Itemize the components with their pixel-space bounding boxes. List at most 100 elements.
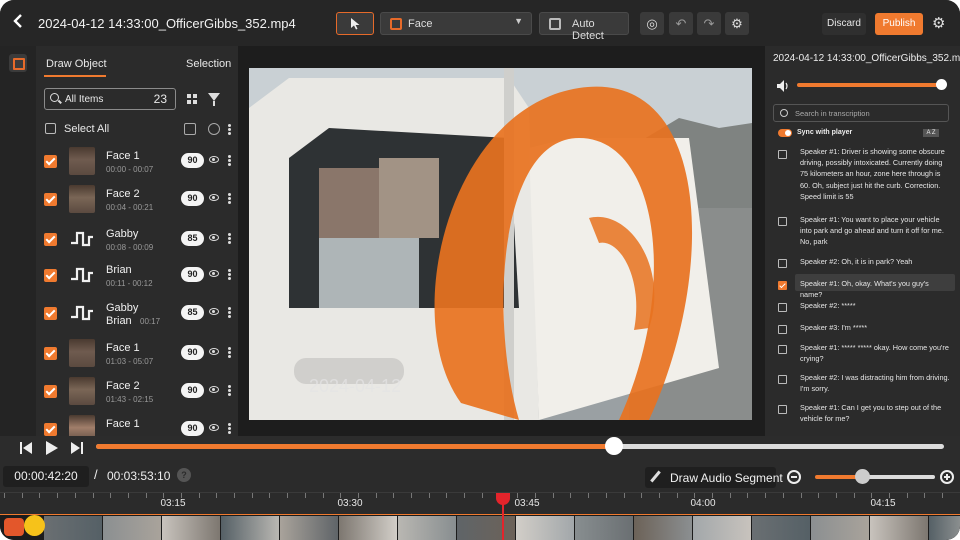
app-window: 2024-04-12 14:33:00_OfficerGibbs_352.mp4… — [0, 0, 960, 540]
more-options-icon[interactable] — [228, 269, 231, 280]
segment-checkbox[interactable] — [778, 303, 787, 312]
ruler-tick — [358, 493, 359, 498]
object-row[interactable]: Gabby 00:08 - 00:09 85 — [36, 222, 238, 258]
more-options-icon[interactable] — [228, 423, 231, 434]
settings-cogs-icon[interactable]: ⚙ — [932, 14, 945, 32]
tab-selection[interactable]: Selection — [186, 58, 231, 70]
segment-checkbox[interactable] — [778, 259, 787, 268]
sync-toggle[interactable] — [778, 129, 792, 137]
publish-button[interactable]: Publish — [875, 13, 923, 35]
more-options-icon[interactable] — [228, 124, 231, 135]
object-checkbox[interactable] — [44, 307, 57, 320]
volume-slider-handle[interactable] — [936, 79, 947, 90]
audio-waveform-icon — [71, 231, 93, 247]
object-checkbox[interactable] — [44, 385, 57, 398]
segment-checkbox[interactable] — [778, 375, 787, 384]
zoom-slider-handle[interactable] — [855, 469, 870, 484]
help-icon[interactable]: ? — [177, 468, 191, 482]
object-row[interactable]: Gabby Brian 00:17 85 — [36, 296, 238, 332]
object-checkbox[interactable] — [44, 233, 57, 246]
skip-forward-icon[interactable] — [69, 442, 83, 454]
visibility-eye-icon[interactable] — [209, 270, 219, 277]
object-checkbox[interactable] — [44, 193, 57, 206]
volume-icon[interactable] — [777, 79, 789, 92]
zoom-out-icon[interactable] — [787, 470, 801, 484]
object-row[interactable]: Face 2 01:43 - 02:15 90 — [36, 374, 238, 410]
segment-checkbox[interactable] — [778, 325, 787, 334]
segment-checkbox[interactable] — [778, 217, 787, 226]
more-options-icon[interactable] — [228, 385, 231, 396]
discard-button[interactable]: Discard — [822, 13, 866, 35]
draw-audio-label: Draw Audio Segment — [670, 471, 783, 485]
items-search[interactable]: All Items 23 — [44, 88, 176, 110]
timeline-ruler[interactable] — [0, 492, 960, 514]
segment-checkbox[interactable] — [778, 405, 787, 414]
segment-checkbox[interactable] — [778, 345, 787, 354]
visibility-eye-icon[interactable] — [209, 156, 219, 163]
lock-icon[interactable] — [24, 515, 45, 536]
more-options-icon[interactable] — [228, 155, 231, 166]
pointer-tool-button[interactable] — [336, 12, 374, 35]
video-frame[interactable]: 2024-04-12 — [249, 68, 752, 420]
target-icon[interactable]: ◎ — [640, 12, 664, 35]
visibility-eye-icon[interactable] — [209, 348, 219, 355]
visibility-eye-icon[interactable] — [209, 194, 219, 201]
more-options-icon[interactable] — [228, 347, 231, 358]
sort-az-icon[interactable]: A Z — [923, 129, 939, 137]
progress-handle[interactable] — [605, 437, 623, 455]
tab-draw-object[interactable]: Draw Object — [46, 58, 107, 70]
object-row[interactable]: Brian 00:11 - 00:12 90 — [36, 258, 238, 294]
more-options-icon[interactable] — [228, 233, 231, 244]
segment-text: Speaker #1: Driver is showing some obscu… — [800, 147, 945, 201]
segment-checkbox[interactable] — [778, 281, 787, 290]
zoom-track[interactable] — [862, 475, 935, 479]
ruler-tick — [376, 493, 377, 498]
face-tool-icon[interactable] — [9, 54, 27, 72]
redo-icon[interactable]: ↷ — [697, 12, 721, 35]
object-checkbox[interactable] — [44, 155, 57, 168]
duration-label: 00:03:53:10 — [107, 469, 171, 483]
object-checkbox[interactable] — [44, 269, 57, 282]
undo-icon[interactable]: ↶ — [669, 12, 693, 35]
play-icon[interactable] — [46, 441, 58, 455]
confidence-badge: 85 — [181, 231, 204, 246]
visibility-eye-icon[interactable] — [209, 234, 219, 241]
visibility-eye-icon[interactable] — [209, 386, 219, 393]
auto-label-icon[interactable] — [208, 123, 220, 135]
ruler-tick — [4, 493, 5, 498]
ruler-tick — [57, 493, 58, 498]
current-time-field[interactable]: 00:00:42:20 — [3, 466, 89, 487]
back-arrow-icon[interactable] — [12, 14, 28, 32]
object-row[interactable]: Face 2 00:04 - 00:21 90 — [36, 182, 238, 218]
skip-back-icon[interactable] — [20, 442, 34, 454]
object-name: Face 1 — [106, 342, 140, 354]
object-row[interactable]: Face 1 90 — [36, 412, 238, 436]
ruler-tick — [22, 493, 23, 498]
object-row[interactable]: Face 1 01:03 - 05:07 90 — [36, 336, 238, 372]
ruler-tick — [871, 493, 872, 498]
video-track-icon[interactable] — [4, 518, 24, 536]
visibility-eye-icon[interactable] — [209, 424, 219, 431]
volume-slider[interactable] — [797, 83, 942, 87]
visibility-eye-icon[interactable] — [209, 308, 219, 315]
face-scan-icon[interactable] — [184, 123, 196, 135]
zoom-in-icon[interactable] — [940, 470, 954, 484]
filmstrip-frame — [516, 516, 574, 540]
transcript-title: 2024-04-12 14:33:00_OfficerGibbs_352.mp4 — [773, 53, 960, 64]
object-row[interactable]: Face 1 00:00 - 00:07 90 — [36, 144, 238, 180]
more-options-icon[interactable] — [228, 193, 231, 204]
more-options-icon[interactable] — [228, 307, 231, 318]
filter-icon[interactable] — [208, 93, 220, 106]
settings-gear-icon[interactable]: ⚙ — [725, 12, 749, 35]
transcript-search-input[interactable]: Search in transcription — [773, 104, 949, 122]
mode-select[interactable]: Face ▼ — [380, 12, 532, 35]
object-checkbox[interactable] — [44, 423, 57, 436]
draw-audio-segment-button[interactable]: Draw Audio Segment — [645, 467, 783, 488]
playhead[interactable] — [502, 493, 504, 540]
object-name: Face 1 — [106, 418, 140, 430]
grid-view-icon[interactable] — [187, 94, 197, 104]
select-all-checkbox[interactable] — [45, 123, 56, 134]
auto-detect-button[interactable]: Auto Detect — [539, 12, 629, 42]
segment-checkbox[interactable] — [778, 150, 787, 159]
object-checkbox[interactable] — [44, 347, 57, 360]
